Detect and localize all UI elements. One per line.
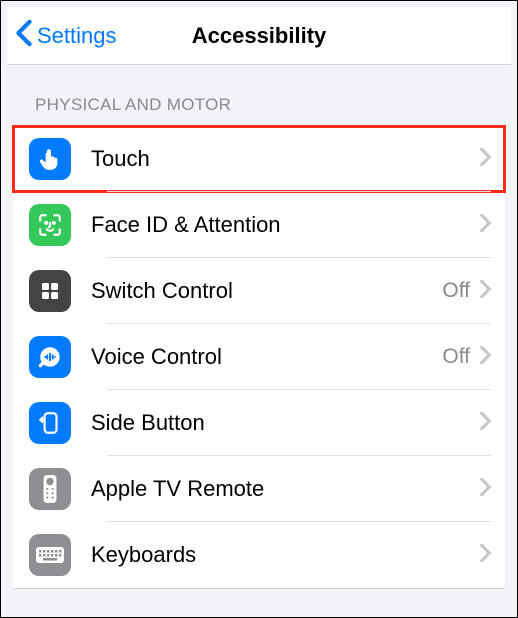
row-voice-control[interactable]: Voice Control Off <box>13 324 505 390</box>
navigation-header: Settings Accessibility <box>7 7 511 65</box>
row-value: Off <box>442 279 470 303</box>
back-label: Settings <box>37 23 117 49</box>
keyboard-icon <box>29 534 71 576</box>
row-side-button[interactable]: Side Button <box>13 390 505 456</box>
row-label: Side Button <box>91 410 480 436</box>
row-label: Voice Control <box>91 344 442 370</box>
chevron-right-icon <box>480 544 491 567</box>
chevron-left-icon <box>15 19 33 52</box>
side-button-icon <box>29 402 71 444</box>
voice-control-icon <box>29 336 71 378</box>
row-face-id-attention[interactable]: Face ID & Attention <box>13 192 505 258</box>
back-button[interactable]: Settings <box>7 19 117 52</box>
row-label: Switch Control <box>91 278 442 304</box>
row-keyboards[interactable]: Keyboards <box>13 522 505 588</box>
row-switch-control[interactable]: Switch Control Off <box>13 258 505 324</box>
row-label: Touch <box>91 146 480 172</box>
row-value: Off <box>442 345 470 369</box>
chevron-right-icon <box>480 148 491 171</box>
row-label: Keyboards <box>91 542 480 568</box>
hand-tap-icon <box>29 138 71 180</box>
chevron-right-icon <box>480 214 491 237</box>
row-label: Apple TV Remote <box>91 476 480 502</box>
chevron-right-icon <box>480 280 491 303</box>
switch-control-icon <box>29 270 71 312</box>
row-apple-tv-remote[interactable]: Apple TV Remote <box>13 456 505 522</box>
settings-list: Touch Face ID & Attention <box>13 125 505 589</box>
section-header: PHYSICAL AND MOTOR <box>7 65 511 125</box>
page-title: Accessibility <box>192 23 327 49</box>
chevron-right-icon <box>480 346 491 369</box>
apple-tv-remote-icon <box>29 468 71 510</box>
chevron-right-icon <box>480 478 491 501</box>
face-id-icon <box>29 204 71 246</box>
row-touch[interactable]: Touch <box>13 126 505 192</box>
row-label: Face ID & Attention <box>91 212 480 238</box>
chevron-right-icon <box>480 412 491 435</box>
